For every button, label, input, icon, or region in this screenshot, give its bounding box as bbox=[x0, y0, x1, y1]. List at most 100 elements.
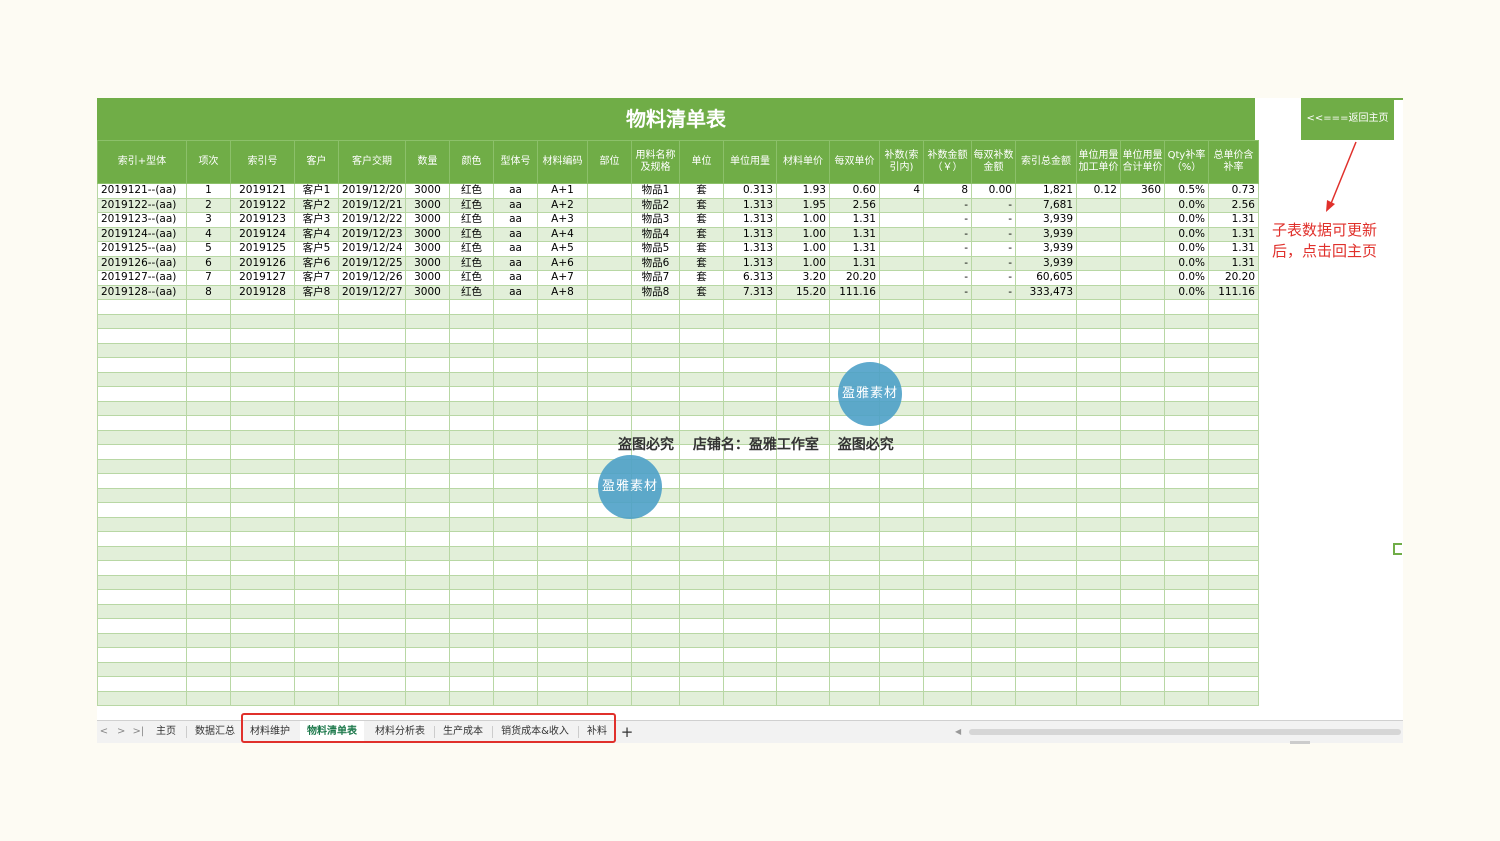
grid-cell[interactable] bbox=[829, 574, 880, 590]
grid-cell[interactable] bbox=[338, 313, 406, 329]
grid-cell[interactable] bbox=[338, 415, 406, 431]
grid-cell[interactable]: 套 bbox=[679, 255, 724, 271]
grid-cell[interactable]: A+1 bbox=[537, 183, 588, 199]
grid-cell[interactable] bbox=[1076, 400, 1121, 416]
grid-cell[interactable]: 1.95 bbox=[776, 197, 830, 213]
grid-cell[interactable]: 套 bbox=[679, 270, 724, 286]
grid-cell[interactable] bbox=[186, 661, 231, 677]
grid-cell[interactable] bbox=[338, 444, 406, 460]
grid-cell[interactable] bbox=[1120, 284, 1165, 300]
grid-cell[interactable] bbox=[230, 560, 295, 576]
grid-cell[interactable] bbox=[1164, 357, 1209, 373]
grid-cell[interactable] bbox=[879, 603, 924, 619]
horizontal-scrollbar[interactable] bbox=[969, 729, 1401, 735]
grid-cell[interactable]: 1.00 bbox=[776, 255, 830, 271]
grid-cell[interactable] bbox=[186, 531, 231, 547]
grid-cell[interactable] bbox=[294, 560, 339, 576]
grid-cell[interactable]: 1.31 bbox=[1208, 226, 1259, 242]
grid-cell[interactable] bbox=[587, 299, 632, 315]
grid-cell[interactable] bbox=[1076, 531, 1121, 547]
grid-cell[interactable]: 15.20 bbox=[776, 284, 830, 300]
grid-cell[interactable] bbox=[537, 618, 588, 634]
grid-cell[interactable] bbox=[1120, 647, 1165, 663]
grid-cell[interactable] bbox=[1208, 632, 1259, 648]
grid-cell[interactable] bbox=[879, 197, 924, 213]
grid-cell[interactable] bbox=[723, 371, 777, 387]
grid-cell[interactable] bbox=[294, 516, 339, 532]
column-header[interactable]: 客户 bbox=[294, 140, 339, 184]
grid-cell[interactable] bbox=[1120, 690, 1165, 706]
grid-cell[interactable] bbox=[1164, 429, 1209, 445]
grid-cell[interactable] bbox=[1164, 574, 1209, 590]
grid-cell[interactable] bbox=[971, 647, 1016, 663]
grid-cell[interactable] bbox=[294, 589, 339, 605]
grid-cell[interactable]: 0.0% bbox=[1164, 284, 1209, 300]
grid-cell[interactable] bbox=[971, 690, 1016, 706]
grid-cell[interactable] bbox=[631, 342, 680, 358]
column-header[interactable]: 颜色 bbox=[449, 140, 494, 184]
grid-cell[interactable] bbox=[493, 342, 538, 358]
grid-cell[interactable] bbox=[923, 589, 972, 605]
grid-cell[interactable] bbox=[1076, 429, 1121, 445]
grid-cell[interactable] bbox=[493, 357, 538, 373]
grid-cell[interactable] bbox=[186, 690, 231, 706]
grid-cell[interactable] bbox=[1076, 458, 1121, 474]
grid-cell[interactable] bbox=[405, 357, 450, 373]
column-header[interactable]: 每双补数金额 bbox=[971, 140, 1016, 184]
grid-cell[interactable] bbox=[679, 342, 724, 358]
grid-cell[interactable] bbox=[829, 342, 880, 358]
grid-cell[interactable]: 0.5% bbox=[1164, 183, 1209, 199]
grid-cell[interactable] bbox=[723, 357, 777, 373]
grid-cell[interactable] bbox=[1164, 473, 1209, 489]
grid-cell[interactable]: 20.20 bbox=[1208, 270, 1259, 286]
grid-cell[interactable] bbox=[879, 661, 924, 677]
grid-cell[interactable] bbox=[971, 386, 1016, 402]
grid-cell[interactable] bbox=[294, 342, 339, 358]
grid-cell[interactable] bbox=[294, 690, 339, 706]
grid-cell[interactable] bbox=[679, 545, 724, 561]
grid-cell[interactable]: 6.313 bbox=[723, 270, 777, 286]
grid-cell[interactable]: aa bbox=[493, 270, 538, 286]
grid-cell[interactable] bbox=[679, 328, 724, 344]
grid-cell[interactable]: 客户6 bbox=[294, 255, 339, 271]
grid-cell[interactable] bbox=[97, 502, 187, 518]
grid-cell[interactable] bbox=[1120, 661, 1165, 677]
grid-cell[interactable] bbox=[587, 589, 632, 605]
column-header[interactable]: 部位 bbox=[587, 140, 632, 184]
grid-cell[interactable]: 8 bbox=[186, 284, 231, 300]
grid-cell[interactable] bbox=[1076, 197, 1121, 213]
grid-cell[interactable] bbox=[1208, 415, 1259, 431]
grid-cell[interactable] bbox=[971, 560, 1016, 576]
grid-cell[interactable] bbox=[449, 560, 494, 576]
grid-cell[interactable] bbox=[449, 676, 494, 692]
grid-cell[interactable] bbox=[338, 473, 406, 489]
grid-cell[interactable] bbox=[829, 676, 880, 692]
column-header[interactable]: 单位用量 bbox=[723, 140, 777, 184]
grid-cell[interactable]: aa bbox=[493, 284, 538, 300]
grid-cell[interactable] bbox=[449, 647, 494, 663]
grid-cell[interactable] bbox=[587, 255, 632, 271]
grid-cell[interactable] bbox=[971, 458, 1016, 474]
grid-cell[interactable] bbox=[493, 516, 538, 532]
grid-cell[interactable] bbox=[1208, 371, 1259, 387]
grid-cell[interactable] bbox=[923, 531, 972, 547]
grid-cell[interactable] bbox=[230, 690, 295, 706]
grid-cell[interactable] bbox=[1076, 415, 1121, 431]
grid-cell[interactable]: 物品1 bbox=[631, 183, 680, 199]
grid-cell[interactable] bbox=[493, 386, 538, 402]
grid-cell[interactable] bbox=[776, 574, 830, 590]
grid-cell[interactable]: 2019/12/21 bbox=[338, 197, 406, 213]
grid-cell[interactable] bbox=[230, 632, 295, 648]
grid-cell[interactable] bbox=[923, 444, 972, 460]
grid-cell[interactable]: 3000 bbox=[405, 241, 450, 257]
grid-cell[interactable]: 60,605 bbox=[1015, 270, 1077, 286]
grid-cell[interactable] bbox=[971, 676, 1016, 692]
grid-cell[interactable] bbox=[405, 632, 450, 648]
grid-cell[interactable] bbox=[1076, 690, 1121, 706]
grid-cell[interactable] bbox=[1015, 676, 1077, 692]
grid-cell[interactable] bbox=[587, 560, 632, 576]
grid-cell[interactable]: - bbox=[923, 212, 972, 228]
column-header[interactable]: 单位 bbox=[679, 140, 724, 184]
grid-cell[interactable] bbox=[1164, 313, 1209, 329]
grid-cell[interactable] bbox=[537, 502, 588, 518]
